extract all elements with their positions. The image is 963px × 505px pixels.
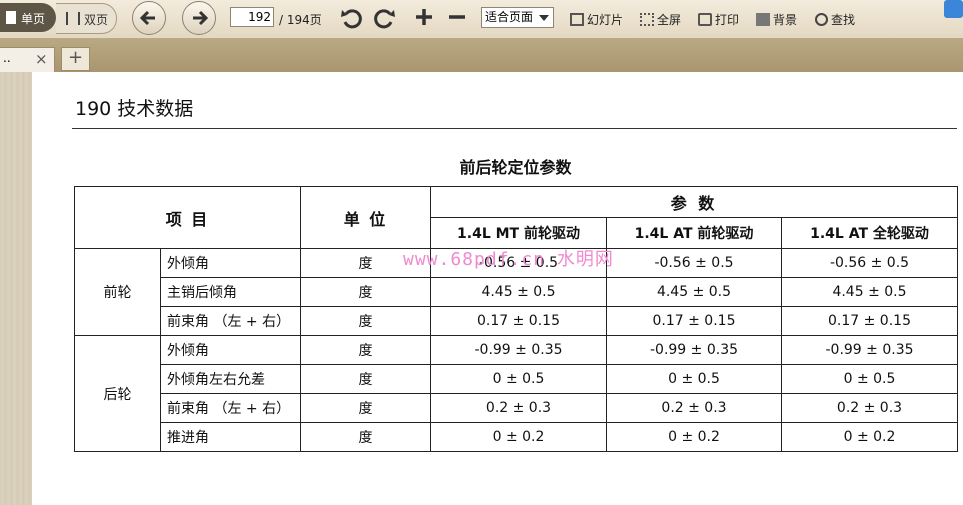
row-value: -0.99 ± 0.35 xyxy=(781,335,958,365)
column-header: 1.4L MT 前轮驱动 xyxy=(430,217,607,249)
search-button[interactable]: 查找 xyxy=(815,11,855,28)
single-page-button[interactable]: 单页 xyxy=(0,3,56,32)
row-unit: 度 xyxy=(300,393,431,423)
row-item: 外倾角 xyxy=(160,248,301,278)
group-rear: 后轮 xyxy=(74,335,161,452)
row-value: 0 ± 0.2 xyxy=(606,422,782,452)
column-header: 1.4L AT 全轮驱动 xyxy=(781,217,958,249)
toolbar: 单页 双页 192 / 194页 适合页面 幻灯片 全屏 打印 背景 查找 xyxy=(0,0,963,39)
page-number-input[interactable]: 192 xyxy=(230,7,274,27)
print-label: 打印 xyxy=(715,13,740,27)
row-value: 0.17 ± 0.15 xyxy=(430,306,607,336)
arrow-left-icon xyxy=(139,10,155,26)
watermark-text: www.68pdf.cn 水明网 xyxy=(403,249,614,270)
alignment-table: 项 目 单 位 参 数 1.4L MT 前轮驱动 1.4L AT 前轮驱动 1.… xyxy=(74,186,958,452)
tab-bar: .. × + xyxy=(0,39,963,73)
row-item: 推进角 xyxy=(160,422,301,452)
fullscreen-icon xyxy=(640,13,654,26)
page-margin xyxy=(0,72,32,505)
row-item: 主销后倾角 xyxy=(160,277,301,307)
slideshow-icon xyxy=(570,13,584,26)
row-value: 4.45 ± 0.5 xyxy=(430,277,607,307)
column-header: 1.4L AT 前轮驱动 xyxy=(606,217,782,249)
rotate-left-icon[interactable] xyxy=(339,6,363,30)
fullscreen-button[interactable]: 全屏 xyxy=(640,11,681,28)
header-item: 项 目 xyxy=(74,186,301,249)
print-button[interactable]: 打印 xyxy=(698,11,739,28)
zoom-out-icon[interactable] xyxy=(446,6,468,28)
document-page: 190 技术数据 前后轮定位参数 项 目 单 位 参 数 1.4L MT 前轮驱… xyxy=(32,72,963,505)
single-page-label: 单页 xyxy=(21,12,46,26)
search-icon xyxy=(815,13,828,26)
share-icon[interactable] xyxy=(944,0,963,18)
book-icon xyxy=(66,12,80,25)
row-value: 4.45 ± 0.5 xyxy=(606,277,782,307)
page-icon xyxy=(6,11,16,24)
header-params: 参 数 xyxy=(430,186,958,218)
row-value: 0.2 ± 0.3 xyxy=(781,393,958,423)
tab-label: .. xyxy=(3,51,11,65)
fit-mode-select[interactable]: 适合页面 xyxy=(481,7,554,28)
row-value: 0.2 ± 0.3 xyxy=(430,393,607,423)
row-item: 外倾角 xyxy=(160,335,301,365)
background-label: 背景 xyxy=(773,13,798,27)
background-button[interactable]: 背景 xyxy=(756,11,797,28)
total-pages: / 194页 xyxy=(279,13,322,27)
row-unit: 度 xyxy=(300,335,431,365)
row-value: -0.56 ± 0.5 xyxy=(606,248,782,278)
search-label: 查找 xyxy=(831,13,856,27)
slideshow-label: 幻灯片 xyxy=(587,13,624,27)
row-value: 0.17 ± 0.15 xyxy=(781,306,958,336)
row-value: 4.45 ± 0.5 xyxy=(781,277,958,307)
document-tab[interactable]: .. × xyxy=(0,47,55,73)
rotate-right-icon[interactable] xyxy=(373,6,397,30)
row-item: 前束角 （左 + 右） xyxy=(160,306,301,336)
group-front: 前轮 xyxy=(74,248,161,336)
row-value: 0 ± 0.2 xyxy=(430,422,607,452)
close-icon[interactable]: × xyxy=(35,50,48,68)
prev-page-button[interactable] xyxy=(132,1,166,35)
row-unit: 度 xyxy=(300,277,431,307)
row-item: 外倾角左右允差 xyxy=(160,364,301,394)
row-unit: 度 xyxy=(300,364,431,394)
arrow-right-icon xyxy=(193,10,209,26)
double-page-button[interactable]: 双页 xyxy=(56,3,117,34)
row-value: 0 ± 0.5 xyxy=(606,364,782,394)
row-value: -0.99 ± 0.35 xyxy=(606,335,782,365)
row-value: 0 ± 0.5 xyxy=(430,364,607,394)
row-value: 0.17 ± 0.15 xyxy=(606,306,782,336)
row-item: 前束角 （左 + 右） xyxy=(160,393,301,423)
new-tab-button[interactable]: + xyxy=(61,47,90,71)
double-page-label: 双页 xyxy=(84,13,109,27)
row-value: 0 ± 0.2 xyxy=(781,422,958,452)
header-divider xyxy=(72,128,957,129)
row-value: 0.2 ± 0.3 xyxy=(606,393,782,423)
row-value: -0.99 ± 0.35 xyxy=(430,335,607,365)
page-header: 190 技术数据 xyxy=(75,98,194,120)
row-unit: 度 xyxy=(300,306,431,336)
table-caption: 前后轮定位参数 xyxy=(459,158,572,177)
chevron-down-icon xyxy=(539,15,549,21)
fit-mode-value: 适合页面 xyxy=(485,10,534,24)
background-icon xyxy=(756,13,770,26)
row-value: 0 ± 0.5 xyxy=(781,364,958,394)
next-page-button[interactable] xyxy=(182,1,216,35)
header-unit: 单 位 xyxy=(300,186,431,249)
row-value: -0.56 ± 0.5 xyxy=(781,248,958,278)
fullscreen-label: 全屏 xyxy=(657,13,682,27)
zoom-in-icon[interactable] xyxy=(413,6,435,28)
row-unit: 度 xyxy=(300,422,431,452)
printer-icon xyxy=(698,13,712,26)
slideshow-button[interactable]: 幻灯片 xyxy=(570,11,623,28)
